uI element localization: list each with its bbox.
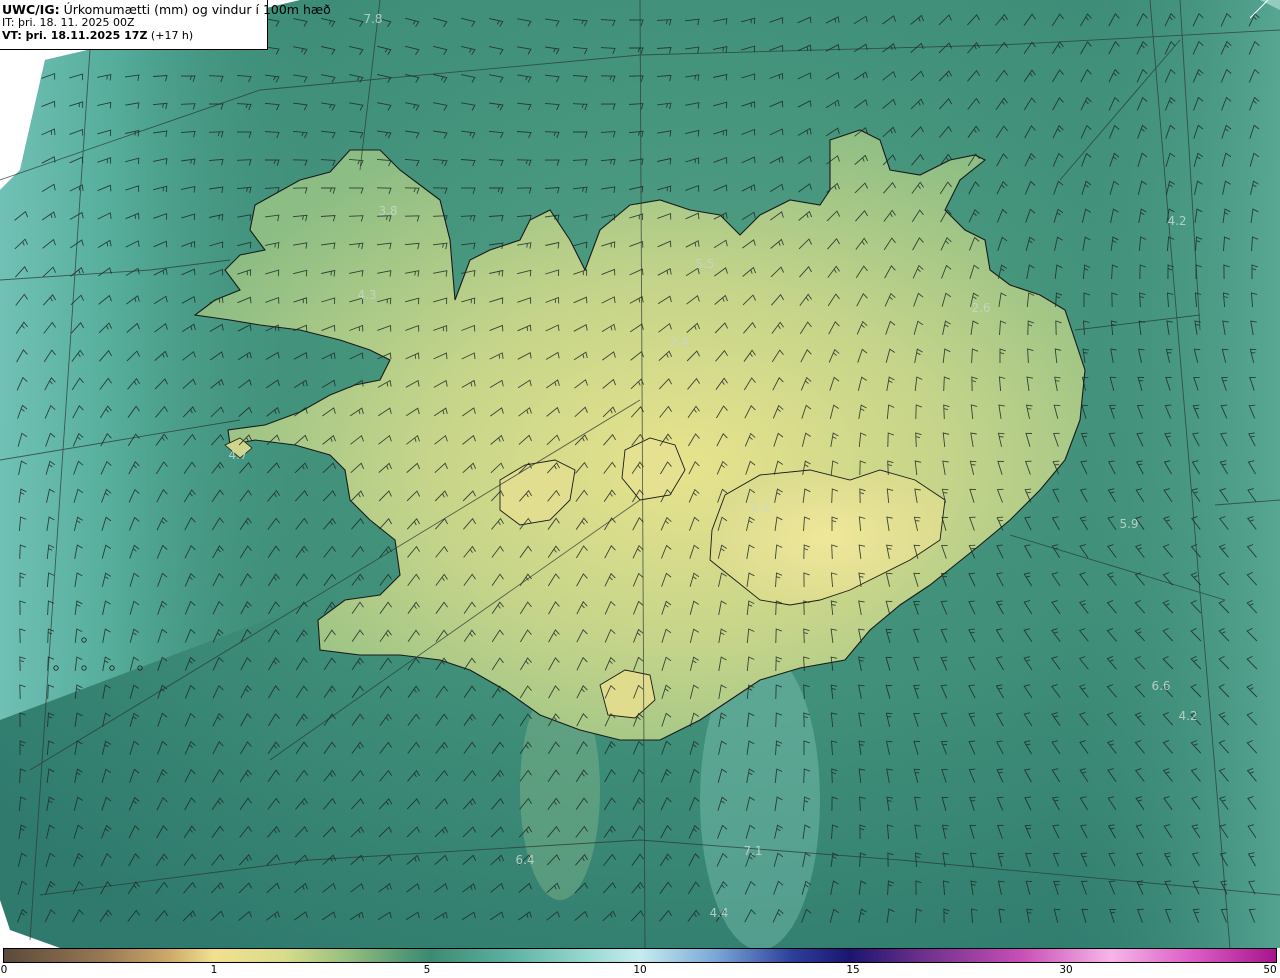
value-4-3: 4.3	[357, 288, 377, 302]
value-7-8: 7.8	[363, 12, 383, 26]
value-2-4: 2.4	[669, 335, 689, 349]
value-6-4: 6.4	[515, 853, 535, 867]
colorbar-tick-15: 15	[846, 964, 860, 976]
value-5-5: 5.5	[695, 257, 715, 271]
forecast-offset: (+17 h)	[147, 28, 194, 42]
value-6-6: 6.6	[1151, 679, 1171, 693]
colorbar-tick-0: 0	[0, 964, 8, 976]
value-4-7: 4.7	[228, 448, 248, 462]
colorbar-tick-50: 50	[1263, 964, 1277, 976]
colorbar-tick-10: 10	[633, 964, 647, 976]
value-4-2-southeast: 4.2	[1178, 709, 1198, 723]
west-moist-zone	[0, 0, 330, 720]
colorbar-tick-30: 30	[1059, 964, 1073, 976]
corner-marker	[1250, 0, 1269, 19]
value-3-8: 3.8	[378, 204, 398, 218]
valid-time-date: VT: þri. 18.11.2025 17Z	[2, 28, 148, 42]
value-7-1: 7.1	[743, 844, 763, 858]
value-4-2-east: 4.2	[1167, 214, 1187, 228]
colorbar-tick-5: 5	[423, 964, 431, 976]
map-canvas	[0, 0, 1280, 948]
value-1-2: 1.2	[751, 500, 771, 514]
map-title-text: Úrkomumætti (mm) og vindur í 100m hæð	[59, 2, 331, 17]
value-2-6: 2.6	[971, 301, 991, 315]
info-box: UWC/IG: Úrkomumætti (mm) og vindur í 100…	[0, 0, 331, 50]
valid-time: VT: þri. 18.11.2025 17Z (+17 h)	[2, 28, 265, 43]
map-title: UWC/IG: Úrkomumætti (mm) og vindur í 100…	[2, 2, 331, 17]
colorbar-tick-1: 1	[210, 964, 218, 976]
colorbar: 0 1 5 10 15 30 50	[0, 948, 1280, 978]
model-code: UWC/IG:	[2, 2, 60, 17]
weather-map: 7.8 3.8 4.3 4.7 5.5 2.4 2.6 4.2 1.2 5.9 …	[0, 0, 1280, 948]
east-band	[1060, 0, 1280, 948]
value-5-9: 5.9	[1119, 517, 1139, 531]
value-4-4: 4.4	[709, 906, 729, 920]
colorbar-gradient	[3, 948, 1277, 963]
